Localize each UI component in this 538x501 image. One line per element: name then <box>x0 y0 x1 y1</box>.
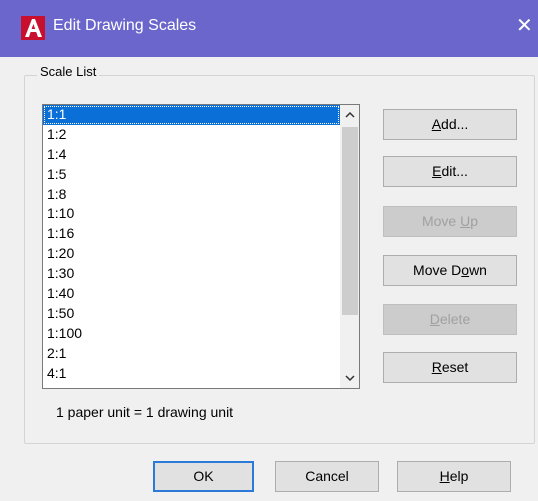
scroll-up-arrow-icon[interactable] <box>340 105 360 125</box>
scale-list-item[interactable]: 1:8 <box>43 185 340 205</box>
title-bar[interactable]: Edit Drawing Scales ✕ <box>0 0 538 57</box>
scale-list-item[interactable]: 1:30 <box>43 264 340 284</box>
vertical-scrollbar[interactable] <box>340 105 360 388</box>
reset-button[interactable]: Reset <box>383 352 517 383</box>
scale-list-item[interactable]: 1:20 <box>43 244 340 264</box>
scale-list-item[interactable]: 1:1 <box>43 105 340 125</box>
ok-button[interactable]: OK <box>153 461 254 492</box>
help-button[interactable]: Help <box>397 461 511 492</box>
scale-list-item[interactable]: 1:40 <box>43 284 340 304</box>
close-icon[interactable]: ✕ <box>516 16 533 36</box>
add-button[interactable]: Add... <box>383 109 517 140</box>
scale-list-item[interactable]: 1:16 <box>43 224 340 244</box>
scale-list-item[interactable]: 1:2 <box>43 125 340 145</box>
scale-list-legend: Scale List <box>37 64 100 79</box>
scale-list-item[interactable]: 4:1 <box>43 364 340 384</box>
unit-status-text: 1 paper unit = 1 drawing unit <box>56 404 234 420</box>
scale-list-item[interactable]: 1:100 <box>43 324 340 344</box>
scale-list-item[interactable]: 1:5 <box>43 165 340 185</box>
scale-list-item[interactable]: 1:10 <box>43 204 340 224</box>
scale-listbox[interactable]: 1:1 1:2 1:4 1:5 1:8 1:10 1:16 1:20 1:30 1:40 1:50 1… <box>42 104 360 389</box>
delete-button[interactable]: Delete <box>383 304 517 335</box>
move-up-button[interactable]: Move Up <box>383 206 517 237</box>
autocad-logo-icon <box>21 16 45 40</box>
move-down-button[interactable]: Move Down <box>383 255 517 286</box>
scale-list-item[interactable]: 1:4 <box>43 145 340 165</box>
scroll-down-arrow-icon[interactable] <box>340 368 360 388</box>
cancel-button[interactable]: Cancel <box>275 461 379 492</box>
scroll-thumb[interactable] <box>342 127 358 315</box>
scale-list-items: 1:1 1:2 1:4 1:5 1:8 1:10 1:16 1:20 1:30 1:40 1:50 1… <box>43 105 340 383</box>
edit-button[interactable]: Edit... <box>383 156 517 187</box>
scale-list-item[interactable]: 2:1 <box>43 344 340 364</box>
window-title: Edit Drawing Scales <box>53 17 197 34</box>
scale-list-item[interactable]: 1:50 <box>43 304 340 324</box>
